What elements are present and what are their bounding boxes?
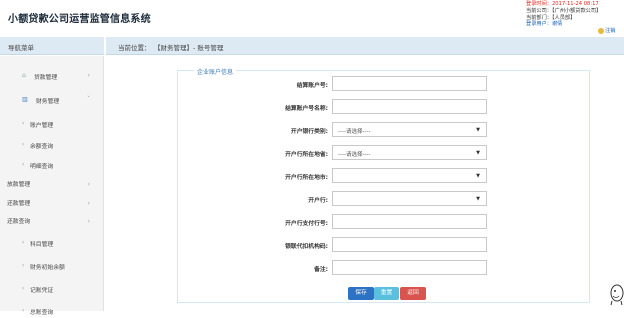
sidebar-item-label: 还款查询 (7, 219, 31, 225)
sidebar-item-label: 科目管理 (30, 242, 54, 248)
login-time: 登录时间：2017-11-24 08:17 (526, 1, 599, 7)
sidebar-item-label: 放款管理 (7, 182, 31, 188)
account-name-label: 结算账户号名称: (285, 106, 328, 112)
chevron-right-icon: › (22, 120, 25, 127)
login-user: 登录用户：谢倩 (526, 21, 563, 28)
chevron-right-icon: › (22, 285, 25, 292)
sidebar-item-repay-query[interactable]: 还款查询 › (0, 213, 104, 227)
remark-label: 备注: (314, 267, 328, 273)
bank-type-select[interactable]: ----请选择---- ▼ (332, 122, 487, 137)
sidebar: ⌂ 贷款管理 › ▥ 财务管理 ˇ › 账户管理 › 余额查询 › 明细查询 放… (0, 56, 104, 316)
save-button[interactable]: 保存 (348, 287, 374, 300)
province-label: 开户行所在地省: (285, 152, 328, 158)
logout-icon (598, 28, 604, 35)
mascot-icon (610, 284, 624, 306)
nav-title: 导航菜单 (8, 44, 34, 52)
sidebar-item-label: 财务管理 (36, 99, 60, 105)
dropdown-caret-icon: ▼ (476, 150, 480, 156)
account-form-panel: 企业账户信息 结算账户号: 结算账户号名称: 开户银行类别: ----请选择--… (177, 67, 591, 303)
sidebar-item-label: 总账查询 (30, 310, 54, 316)
chevron-right-icon: › (87, 200, 90, 207)
app-header: 小额贷款公司运营监管信息系统 登录时间：2017-11-24 08:17 当前公… (0, 0, 624, 35)
province-select[interactable]: ----请选择---- ▼ (332, 145, 487, 160)
form-legend: 企业账户信息 (194, 67, 237, 76)
bank-type-label: 开户银行类别: (290, 129, 328, 135)
chevron-right-icon: › (22, 161, 25, 168)
logout-label: 注销 (605, 28, 616, 34)
dropdown-caret-icon: ▼ (476, 173, 480, 179)
sidebar-item-initial-balance[interactable]: › 财务初始余额 (0, 259, 104, 273)
city-select[interactable]: ▼ (332, 168, 487, 183)
form-row-city: 开户行所在地市: ▼ (178, 168, 591, 183)
chevron-down-icon: ˇ (87, 96, 90, 103)
account-no-input[interactable] (332, 76, 487, 91)
form-row-bank: 开户行: ▼ (178, 191, 591, 206)
sidebar-item-label: 贷款管理 (34, 75, 58, 81)
sidebar-item-label: 明细查询 (30, 164, 54, 170)
current-company: 当前公司：【广州小额贷款公司】 (526, 7, 602, 14)
sidebar-item-voucher[interactable]: › 记账凭证 (0, 282, 104, 296)
unionpay-code-label: 银联代扣机构码: (285, 244, 328, 250)
nav-header: 导航菜单 (0, 37, 104, 55)
form-row-payment-no: 开户行支付行号: (178, 214, 591, 229)
user-info: 登录时间：2017-11-24 08:17 当前公司：【广州小额贷款公司】 当前… (526, 1, 615, 35)
city-label: 开户行所在地市: (285, 175, 328, 181)
main-content: 企业账户信息 结算账户号: 结算账户号名称: 开户银行类别: ----请选择--… (106, 56, 624, 311)
reset-button[interactable]: 重置 (374, 287, 399, 300)
chevron-right-icon: › (87, 218, 90, 225)
breadcrumb: 当前位置： 【财务管理】- 账号管理 (106, 37, 624, 55)
breadcrumb-prefix: 当前位置： (118, 44, 151, 52)
account-no-label: 结算账户号: (296, 83, 328, 89)
unionpay-code-input[interactable] (332, 237, 487, 252)
logout-link[interactable]: 注销 (598, 28, 615, 35)
sidebar-item-subject[interactable]: › 科目管理 (0, 236, 104, 250)
province-value: ----请选择---- (338, 152, 371, 158)
app-title: 小额贷款公司运营监管信息系统 (8, 14, 151, 25)
dropdown-caret-icon: ▼ (476, 127, 480, 133)
sidebar-item-label: 记账凭证 (30, 288, 54, 294)
sidebar-item-ledger[interactable]: › 总账查询 (0, 304, 104, 318)
account-name-input[interactable] (332, 99, 487, 114)
sidebar-item-label: 还款管理 (7, 201, 31, 207)
chevron-right-icon: › (87, 72, 90, 79)
home-icon: ⌂ (22, 72, 26, 79)
sidebar-item-account[interactable]: › 账户管理 (0, 117, 104, 131)
chevron-right-icon: › (22, 262, 25, 269)
form-row-remark: 备注: (178, 260, 591, 275)
dropdown-caret-icon: ▼ (476, 196, 480, 202)
sidebar-item-repay[interactable]: 还款管理 › (0, 195, 104, 209)
chart-icon: ▥ (22, 96, 28, 103)
bank-label: 开户行: (308, 198, 328, 204)
bank-type-value: ----请选择---- (338, 129, 371, 135)
sidebar-item-disburse[interactable]: 放款管理 › (0, 176, 104, 190)
sidebar-item-finance[interactable]: ▥ 财务管理 ˇ (0, 93, 104, 107)
form-row-account-no: 结算账户号: (178, 76, 591, 91)
payment-no-label: 开户行支付行号: (285, 221, 328, 227)
form-row-account-name: 结算账户号名称: (178, 99, 591, 114)
back-button[interactable]: 返回 (400, 287, 426, 300)
chevron-right-icon: › (22, 239, 25, 246)
sidebar-item-balance[interactable]: › 余额查询 (0, 138, 104, 152)
form-row-unionpay-code: 银联代扣机构码: (178, 237, 591, 252)
bank-select[interactable]: ▼ (332, 191, 487, 206)
payment-no-input[interactable] (332, 214, 487, 229)
chevron-right-icon: › (87, 181, 90, 188)
sidebar-item-label: 财务初始余额 (30, 265, 65, 271)
sidebar-item-detail[interactable]: › 明细查询 (0, 158, 104, 172)
sidebar-item-label: 余额查询 (30, 144, 54, 150)
breadcrumb-path: 【财务管理】- 账号管理 (154, 44, 224, 52)
sidebar-item-loan[interactable]: ⌂ 贷款管理 › (0, 69, 104, 83)
remark-input[interactable] (332, 260, 487, 275)
chevron-right-icon: › (22, 141, 25, 148)
form-row-bank-type: 开户银行类别: ----请选择---- ▼ (178, 122, 591, 137)
sidebar-item-label: 账户管理 (30, 123, 54, 129)
form-row-province: 开户行所在地省: ----请选择---- ▼ (178, 145, 591, 160)
